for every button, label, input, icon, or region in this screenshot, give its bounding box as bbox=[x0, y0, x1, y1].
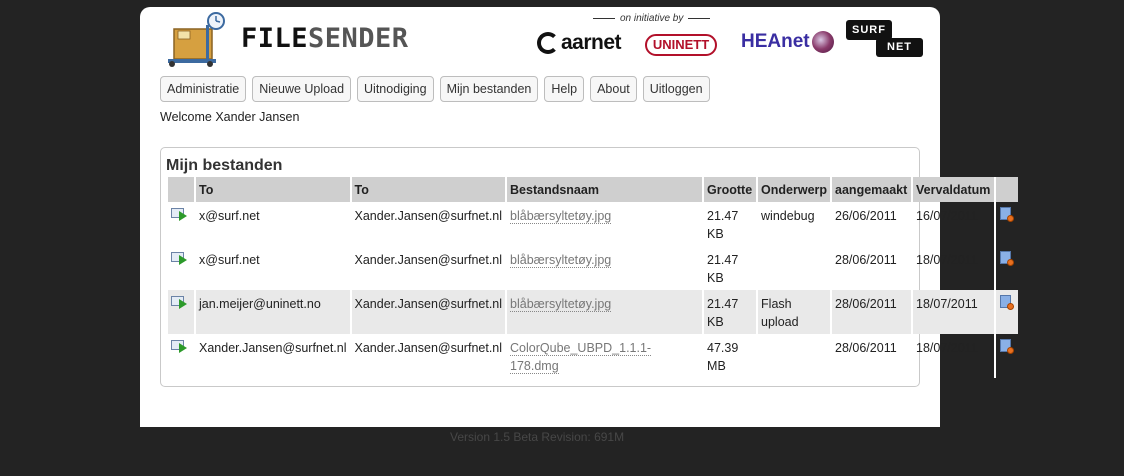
filesender-logo-icon bbox=[168, 12, 225, 67]
nav-about-button[interactable]: About bbox=[590, 76, 637, 102]
uninett-logo: UNINETT bbox=[645, 34, 717, 56]
cell-expires: 16/07/2011 bbox=[911, 202, 996, 246]
file-link[interactable]: blåbærsyltetøy.jpg bbox=[510, 253, 612, 268]
table-row: x@surf.net Xander.Jansen@surfnet.nl blåb… bbox=[166, 246, 1019, 290]
icon-column-header bbox=[166, 177, 195, 202]
panel-title: Mijn bestanden bbox=[166, 157, 283, 174]
cell-to: x@surf.net bbox=[194, 246, 351, 290]
delete-file-icon[interactable] bbox=[999, 251, 1015, 267]
cell-expires: 18/07/2011 bbox=[911, 334, 996, 378]
header: FILESENDER on initiative by aarnet UNINE… bbox=[140, 7, 940, 69]
table-row: x@surf.net Xander.Jansen@surfnet.nl blåb… bbox=[166, 202, 1019, 246]
file-link[interactable]: blåbærsyltetøy.jpg bbox=[510, 209, 612, 224]
cell-created: 28/06/2011 bbox=[830, 246, 913, 290]
cell-subject: Flash upload bbox=[756, 290, 832, 334]
nav-administratie-button[interactable]: Administratie bbox=[160, 76, 247, 102]
heanet-logo: HEAnet bbox=[741, 31, 834, 53]
column-header-created: aangemaakt bbox=[830, 177, 913, 202]
files-table: To To Bestandsnaam Grootte Onderwerp aan… bbox=[166, 177, 1019, 378]
heanet-orb-icon bbox=[811, 31, 834, 53]
column-header-subject: Onderwerp bbox=[756, 177, 832, 202]
cell-subject bbox=[756, 334, 832, 378]
cell-from: Xander.Jansen@surfnet.nl bbox=[349, 246, 507, 290]
cell-to: jan.meijer@uninett.no bbox=[194, 290, 351, 334]
table-row: Xander.Jansen@surfnet.nl Xander.Jansen@s… bbox=[166, 334, 1019, 378]
aarnet-icon bbox=[537, 32, 559, 55]
delete-file-icon[interactable] bbox=[999, 207, 1015, 223]
nav-logout-button[interactable]: Uitloggen bbox=[642, 76, 710, 102]
cell-size: 21.47 KB bbox=[702, 202, 758, 246]
app-title: FILESENDER bbox=[241, 23, 409, 54]
version-footer: Version 1.5 Beta Revision: 691M bbox=[450, 430, 625, 444]
cell-created: 26/06/2011 bbox=[830, 202, 913, 246]
cell-expires: 18/07/2011 bbox=[911, 246, 996, 290]
cell-size: 47.39 MB bbox=[702, 334, 758, 378]
surfnet-logo: SURF NET bbox=[846, 20, 923, 57]
column-header-expiry: Vervaldatum bbox=[911, 177, 996, 202]
cell-from: Xander.Jansen@surfnet.nl bbox=[349, 334, 507, 378]
cell-to: x@surf.net bbox=[194, 202, 351, 246]
nav-new-upload-button[interactable]: Nieuwe Upload bbox=[252, 76, 352, 102]
initiative-label: on initiative by bbox=[588, 13, 715, 24]
table-row: jan.meijer@uninett.no Xander.Jansen@surf… bbox=[166, 290, 1019, 334]
table-header-row: To To Bestandsnaam Grootte Onderwerp aan… bbox=[166, 177, 1019, 202]
cell-from: Xander.Jansen@surfnet.nl bbox=[349, 290, 507, 334]
cell-to: Xander.Jansen@surfnet.nl bbox=[194, 334, 351, 378]
cell-expires: 18/07/2011 bbox=[911, 290, 996, 334]
cell-from: Xander.Jansen@surfnet.nl bbox=[349, 202, 507, 246]
cell-created: 28/06/2011 bbox=[830, 290, 913, 334]
column-header-filename: Bestandsnaam bbox=[505, 177, 704, 202]
cell-size: 21.47 KB bbox=[702, 246, 758, 290]
cell-size: 21.47 KB bbox=[702, 290, 758, 334]
nav-my-files-button[interactable]: Mijn bestanden bbox=[439, 76, 539, 102]
column-header-to: To bbox=[194, 177, 351, 202]
delete-file-icon[interactable] bbox=[999, 339, 1015, 355]
welcome-text: Welcome Xander Jansen bbox=[160, 110, 300, 124]
main-nav: Administratie Nieuwe Upload Uitnodiging … bbox=[160, 76, 710, 102]
resend-email-icon[interactable] bbox=[171, 207, 189, 221]
cell-subject: windebug bbox=[756, 202, 832, 246]
resend-email-icon[interactable] bbox=[171, 295, 189, 309]
resend-email-icon[interactable] bbox=[171, 251, 189, 265]
action-column-header bbox=[994, 177, 1019, 202]
file-link[interactable]: blåbærsyltetøy.jpg bbox=[510, 297, 612, 312]
aarnet-logo: aarnet bbox=[537, 31, 622, 55]
column-header-from: To bbox=[349, 177, 507, 202]
nav-invitation-button[interactable]: Uitnodiging bbox=[357, 76, 434, 102]
cell-created: 28/06/2011 bbox=[830, 334, 913, 378]
resend-email-icon[interactable] bbox=[171, 339, 189, 353]
column-header-size: Grootte bbox=[702, 177, 758, 202]
cell-subject bbox=[756, 246, 832, 290]
delete-file-icon[interactable] bbox=[999, 295, 1015, 311]
file-link[interactable]: ColorQube_UBPD_1.1.1-178.dmg bbox=[510, 341, 652, 374]
nav-help-button[interactable]: Help bbox=[544, 76, 585, 102]
